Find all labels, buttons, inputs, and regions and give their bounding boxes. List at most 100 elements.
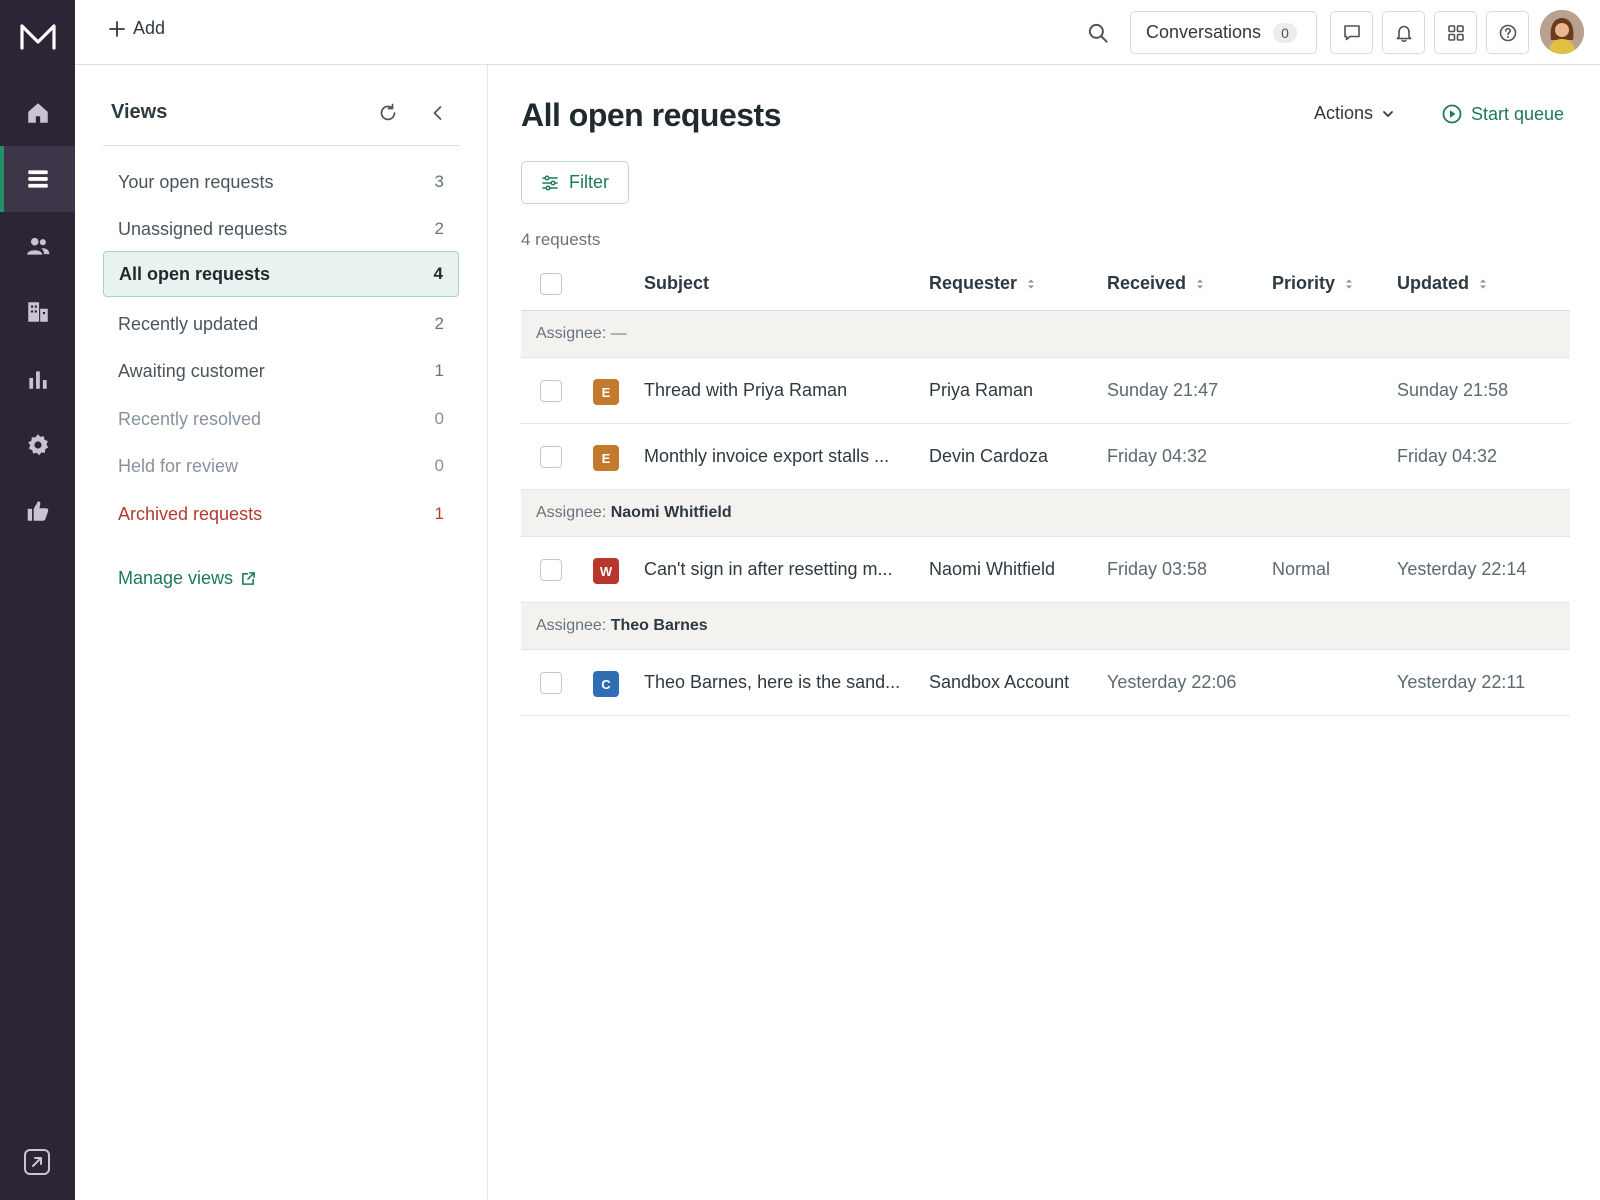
channel-badge: E xyxy=(593,379,619,405)
app-rail xyxy=(0,0,75,1200)
conversations-label: Conversations xyxy=(1146,22,1262,42)
views-divider xyxy=(103,145,459,146)
view-unassigned-requests[interactable]: Unassigned requests 2 xyxy=(103,206,459,252)
table-header: Subject Requester Received Priority Upda… xyxy=(521,255,1570,311)
view-archived-requests[interactable]: Archived requests 1 xyxy=(103,491,459,537)
rail-customers[interactable] xyxy=(0,213,75,279)
table-row[interactable]: C Theo Barnes, here is the sand... Sandb… xyxy=(521,650,1570,716)
table-row[interactable]: E Monthly invoice export stalls ... Devi… xyxy=(521,424,1570,490)
rail-reporting[interactable] xyxy=(0,346,75,412)
chat-bubble-icon xyxy=(1342,23,1362,43)
row-updated: Friday 04:32 xyxy=(1397,446,1498,466)
external-link-icon xyxy=(241,571,256,586)
column-requester[interactable]: Requester xyxy=(929,273,1035,294)
view-count: 2 xyxy=(434,314,444,333)
help-button[interactable] xyxy=(1486,11,1529,54)
column-received-label: Received xyxy=(1107,273,1187,293)
view-all-open-requests[interactable]: All open requests 4 xyxy=(103,251,459,297)
row-checkbox[interactable] xyxy=(540,446,562,468)
views-panel: Views Your open requests 3 Unassigned re… xyxy=(75,65,488,1200)
row-requester: Priya Raman xyxy=(929,380,1034,400)
row-received: Friday 03:58 xyxy=(1107,559,1208,579)
view-recently-updated[interactable]: Recently updated 2 xyxy=(103,301,459,347)
rail-organizations[interactable] xyxy=(0,279,75,345)
bar-chart-icon xyxy=(25,366,51,392)
sort-icon xyxy=(1345,277,1353,291)
table-row[interactable]: E Thread with Priya Raman Priya Raman Su… xyxy=(521,358,1570,424)
brand-logo-icon[interactable] xyxy=(18,20,58,54)
apps-button[interactable] xyxy=(1434,11,1477,54)
user-avatar[interactable] xyxy=(1540,10,1584,54)
column-subject[interactable]: Subject xyxy=(644,273,709,294)
rail-feedback[interactable] xyxy=(0,478,75,544)
row-requester: Naomi Whitfield xyxy=(929,559,1056,579)
rail-views[interactable] xyxy=(0,146,75,212)
table-row[interactable]: W Can't sign in after resetting m... Nao… xyxy=(521,537,1570,603)
row-checkbox[interactable] xyxy=(540,672,562,694)
column-priority[interactable]: Priority xyxy=(1272,273,1353,294)
view-count: 0 xyxy=(434,409,444,428)
sort-icon xyxy=(1479,277,1487,291)
group-prefix: Assignee: xyxy=(536,504,607,521)
actions-dropdown[interactable]: Actions xyxy=(1314,103,1395,124)
group-label: Assignee: Naomi Whitfield xyxy=(536,504,732,522)
view-label: All open requests xyxy=(119,263,271,284)
notifications-button[interactable] xyxy=(1382,11,1425,54)
row-updated: Sunday 21:58 xyxy=(1397,380,1509,400)
add-button[interactable]: Add xyxy=(109,18,165,39)
view-held-for-review[interactable]: Held for review 0 xyxy=(103,443,459,489)
view-label: Awaiting customer xyxy=(118,360,265,381)
view-count: 1 xyxy=(434,361,444,380)
row-checkbox[interactable] xyxy=(540,559,562,581)
sort-icon xyxy=(1196,277,1204,291)
building-icon xyxy=(25,299,51,325)
column-priority-label: Priority xyxy=(1272,273,1336,293)
manage-views-link[interactable]: Manage views xyxy=(118,568,256,589)
row-subject[interactable]: Monthly invoice export stalls ... xyxy=(644,446,889,467)
row-subject[interactable]: Thread with Priya Raman xyxy=(644,380,847,401)
row-updated: Yesterday 22:14 xyxy=(1397,559,1527,579)
group-header-naomi-whitfield: Assignee: Naomi Whitfield xyxy=(521,490,1570,537)
row-subject[interactable]: Theo Barnes, here is the sand... xyxy=(644,672,900,693)
view-your-open-requests[interactable]: Your open requests 3 xyxy=(103,159,459,205)
view-count: 3 xyxy=(434,172,444,191)
channel-badge: W xyxy=(593,558,619,584)
view-label: Held for review xyxy=(118,455,239,476)
external-link-icon[interactable] xyxy=(23,1148,51,1176)
view-recently-resolved[interactable]: Recently resolved 0 xyxy=(103,396,459,442)
column-updated-label: Updated xyxy=(1397,273,1469,293)
select-all-checkbox[interactable] xyxy=(540,273,562,295)
filter-label: Filter xyxy=(569,172,609,192)
column-updated[interactable]: Updated xyxy=(1397,273,1487,294)
actions-label: Actions xyxy=(1314,103,1374,123)
sort-icon xyxy=(1027,277,1035,291)
row-received: Sunday 21:47 xyxy=(1107,380,1219,400)
view-awaiting-customer[interactable]: Awaiting customer 1 xyxy=(103,348,459,394)
add-button-label: Add xyxy=(133,18,166,38)
bell-icon xyxy=(1394,23,1414,43)
refresh-icon[interactable] xyxy=(377,102,399,124)
view-count: 2 xyxy=(434,219,444,238)
group-prefix: Assignee: xyxy=(536,325,607,342)
request-count: 4 requests xyxy=(521,230,601,249)
main-content: All open requests Actions Start queue Fi… xyxy=(489,65,1600,1200)
conversations-button[interactable]: Conversations 0 xyxy=(1130,11,1317,54)
row-received: Yesterday 22:06 xyxy=(1107,672,1237,692)
column-received[interactable]: Received xyxy=(1107,273,1204,294)
requests-table: Subject Requester Received Priority Upda… xyxy=(521,255,1570,716)
search-icon[interactable] xyxy=(1085,20,1111,46)
row-subject[interactable]: Can't sign in after resetting m... xyxy=(644,559,893,580)
rail-settings[interactable] xyxy=(0,412,75,478)
filter-button[interactable]: Filter xyxy=(521,161,629,204)
row-checkbox[interactable] xyxy=(540,380,562,402)
chevron-down-icon xyxy=(1381,107,1395,121)
start-queue-button[interactable]: Start queue xyxy=(1441,103,1564,125)
list-icon xyxy=(25,166,51,192)
column-requester-label: Requester xyxy=(929,273,1018,293)
view-label: Archived requests xyxy=(118,503,263,524)
chat-button[interactable] xyxy=(1330,11,1373,54)
chevron-left-icon[interactable] xyxy=(427,102,449,124)
views-title: Views xyxy=(111,101,168,123)
rail-home[interactable] xyxy=(0,80,75,146)
column-subject-label: Subject xyxy=(644,273,710,293)
